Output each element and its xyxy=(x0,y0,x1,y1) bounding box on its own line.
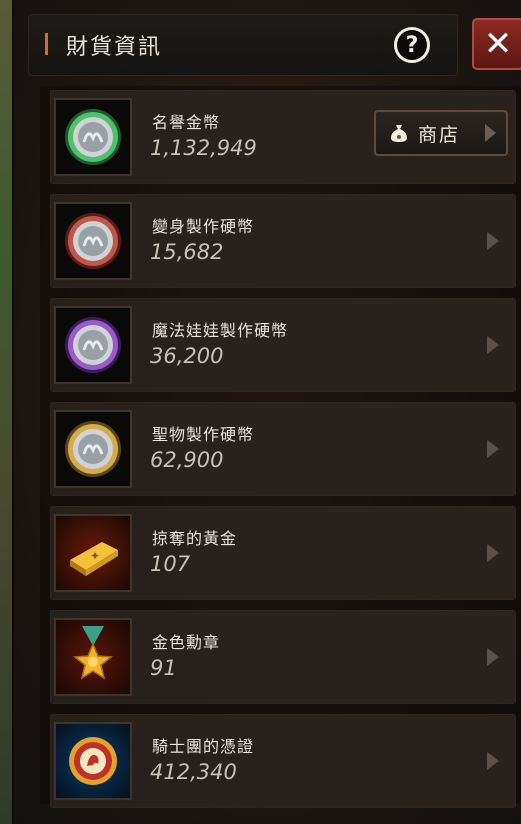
currency-list: 名譽金幣 1,132,949 商店 變身製作硬幣 15,682 魔法娃娃製作硬幣… xyxy=(40,86,521,808)
gold-medal-icon xyxy=(54,618,132,696)
currency-name: 名譽金幣 xyxy=(152,113,221,132)
currency-row-gold-medal[interactable]: 金色勳章 91 xyxy=(50,610,516,704)
chevron-right-icon[interactable] xyxy=(487,440,499,458)
silver-green-coin-icon xyxy=(54,98,132,176)
currency-row-transform-coin[interactable]: 變身製作硬幣 15,682 xyxy=(50,194,516,288)
currency-row-honor-coin[interactable]: 名譽金幣 1,132,949 商店 xyxy=(50,90,516,184)
currency-amount: 91 xyxy=(150,656,177,680)
silver-gold-coin-icon xyxy=(54,410,132,488)
svg-text:✦: ✦ xyxy=(90,549,100,563)
currency-name: 金色勳章 xyxy=(152,633,221,652)
currency-amount: 15,682 xyxy=(150,240,224,264)
currency-info-panel: 財貨資訊 ? ✕ 名譽金幣 1,132,949 商店 變身製作硬幣 15,682… xyxy=(12,0,521,824)
knight-emblem-icon xyxy=(54,722,132,800)
money-bag-icon xyxy=(391,125,407,142)
close-button[interactable]: ✕ xyxy=(472,18,521,70)
currency-row-plundered-gold[interactable]: ✦ 掠奪的黃金 107 xyxy=(50,506,516,600)
page-title: 財貨資訊 xyxy=(66,35,163,60)
chevron-right-icon[interactable] xyxy=(487,232,499,250)
chevron-right-icon[interactable] xyxy=(487,544,499,562)
currency-row-relic-coin[interactable]: 聖物製作硬幣 62,900 xyxy=(50,402,516,496)
currency-amount: 412,340 xyxy=(150,760,237,784)
currency-amount: 62,900 xyxy=(150,448,224,472)
silver-purple-coin-icon xyxy=(54,306,132,384)
silver-red-coin-icon xyxy=(54,202,132,280)
question-icon: ? xyxy=(405,32,419,58)
header-accent-bar xyxy=(45,33,48,55)
currency-name: 魔法娃娃製作硬幣 xyxy=(152,321,289,340)
close-icon: ✕ xyxy=(483,24,513,64)
currency-name: 掠奪的黃金 xyxy=(152,529,238,548)
chevron-right-icon[interactable] xyxy=(487,336,499,354)
currency-amount: 1,132,949 xyxy=(150,136,257,160)
currency-row-knight-certificate[interactable]: 騎士團的憑證 412,340 xyxy=(50,714,516,808)
shop-button[interactable]: 商店 xyxy=(374,110,508,156)
chevron-right-icon xyxy=(485,124,496,142)
currency-name: 聖物製作硬幣 xyxy=(152,425,255,444)
currency-row-doll-coin[interactable]: 魔法娃娃製作硬幣 36,200 xyxy=(50,298,516,392)
gold-bar-icon: ✦ xyxy=(54,514,132,592)
help-button[interactable]: ? xyxy=(394,27,430,63)
chevron-right-icon[interactable] xyxy=(487,752,499,770)
currency-amount: 107 xyxy=(150,552,191,576)
chevron-right-icon[interactable] xyxy=(487,648,499,666)
currency-amount: 36,200 xyxy=(150,344,224,368)
currency-name: 變身製作硬幣 xyxy=(152,217,255,236)
shop-button-label: 商店 xyxy=(418,123,461,146)
currency-name: 騎士團的憑證 xyxy=(152,737,255,756)
